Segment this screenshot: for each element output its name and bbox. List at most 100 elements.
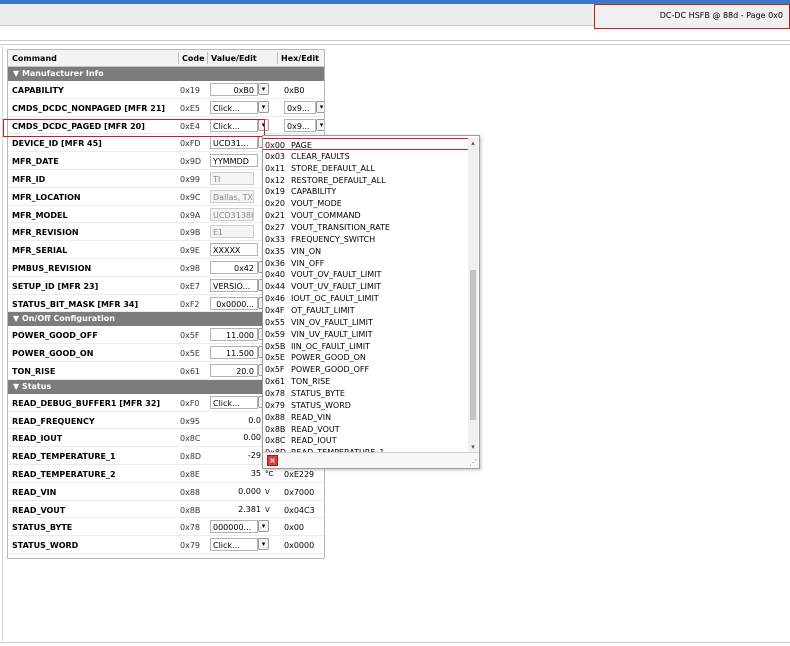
table-row[interactable]: STATUS_BYTE 0x78 000000... ▾ 0x00 [8,518,324,537]
dropdown-list[interactable]: 0x00 PAGE 0x03 CLEAR_FAULTS 0x11 STORE_DEFAUL… [263,138,468,452]
table-row[interactable]: CMDS_DCDC_PAGED [MFR 20] 0xE4 Click... ▾ 0x9… [8,117,324,135]
hex-field[interactable]: 0x9... [284,100,316,114]
dropdown-item[interactable]: 0x61 TON_RISE [263,375,468,387]
dropdown-item[interactable]: 0x8C READ_IOUT [263,434,468,446]
column-header-value[interactable]: Value/Edit [211,54,257,63]
command-name: STATUS_BYTE [12,523,73,533]
dropdown-item[interactable]: 0x79 STATUS_WORD [263,399,468,411]
chevron-down-icon[interactable]: ▾ [316,100,324,113]
dropdown-item-code: 0x19 [265,187,286,197]
dropdown-item[interactable]: 0x5E POWER_GOOD_ON [263,351,468,363]
dropdown-item[interactable]: 0x12 RESTORE_DEFAULT_ALL [263,174,468,186]
scroll-up-icon[interactable]: ▴ [468,138,478,148]
value-field[interactable]: YYMMDD [210,154,258,168]
dropdown-item[interactable]: 0x19 CAPABILITY [263,185,468,197]
dropdown-item[interactable]: 0x78 STATUS_BYTE [263,387,468,399]
dropdown-item[interactable]: 0x5F POWER_GOOD_OFF [263,363,468,375]
value-field: -29 [247,451,261,461]
dropdown-item[interactable]: 0x55 VIN_OV_FAULT_LIMIT [263,316,468,328]
dropdown-item-name: TON_RISE [291,377,331,387]
value-field[interactable]: XXXXX [210,243,258,257]
dropdown-item[interactable]: 0x5B IIN_OC_FAULT_LIMIT [263,340,468,352]
table-header: Command Code Value/Edit Hex/Edit [8,50,324,67]
value-field: 0.0 [248,415,261,425]
dropdown-item-code: 0x36 [265,258,286,268]
column-header-command[interactable]: Command [12,54,57,63]
value-field[interactable]: 000000... [210,520,258,534]
value-field[interactable]: UCD31... [210,136,258,150]
group-header[interactable]: ▼ Manufacturer Info [8,67,324,81]
value-field[interactable]: Click... [210,100,258,114]
value-unit: °C [265,469,274,478]
chevron-down-icon[interactable]: ▾ [316,118,324,131]
dropdown-item[interactable]: 0x40 VOUT_OV_FAULT_LIMIT [263,268,468,280]
group-title: On/Off Configuration [21,314,115,324]
resize-grip-icon[interactable]: ⋰ [469,458,477,467]
value-field[interactable]: Click... [210,538,258,552]
hex-field[interactable]: 0x9... [284,118,316,132]
table-row[interactable]: STATUS_WORD 0x79 Click... ▾ 0x0000 [8,536,324,554]
dropdown-item[interactable]: 0x88 READ_VIN [263,411,468,423]
command-code: 0x78 [180,523,201,533]
dropdown-item-code: 0x59 [265,329,286,339]
hex-value: 0xB0 [284,86,305,95]
dropdown-item[interactable]: 0x8B READ_VOUT [263,423,468,435]
dropdown-item-code: 0x46 [265,294,286,304]
value-field[interactable]: Click... [210,395,258,409]
value-field[interactable]: 0x42 [210,260,258,274]
command-name: MFR_LOCATION [12,192,81,202]
command-name: CMDS_DCDC_NONPAGED [MFR 21] [12,103,166,113]
dropdown-item[interactable]: 0x59 VIN_UV_FAULT_LIMIT [263,328,468,340]
dropdown-item[interactable]: 0x46 IOUT_OC_FAULT_LIMIT [263,292,468,304]
dropdown-footer: × ⋰ [263,452,479,468]
value-field[interactable]: Click... [210,118,258,132]
value-field: E1 [210,225,254,239]
dropdown-scrollbar[interactable]: ▴ ▾ [468,138,478,452]
dropdown-item[interactable]: 0x4F OT_FAULT_LIMIT [263,304,468,316]
dropdown-item-name: IOUT_OC_FAULT_LIMIT [291,294,379,304]
dropdown-item[interactable]: 0x36 VIN_OFF [263,257,468,269]
dropdown-item-name: VIN_UV_FAULT_LIMIT [291,329,373,339]
column-header-code[interactable]: Code [182,54,205,63]
dropdown-item[interactable]: 0x21 VOUT_COMMAND [263,209,468,221]
chevron-down-icon[interactable]: ▾ [258,520,269,533]
dropdown-item[interactable]: 0x27 VOUT_TRANSITION_RATE [263,221,468,233]
dropdown-item[interactable]: 0x44 VOUT_UV_FAULT_LIMIT [263,280,468,292]
table-row[interactable]: READ_VOUT 0x8B 2.381 V 0x04C3 [8,501,324,519]
dropdown-item-name: OT_FAULT_LIMIT [291,306,355,316]
table-row[interactable]: CMDS_DCDC_NONPAGED [MFR 21] 0xE5 Click... ▾… [8,99,324,117]
device-page-label: DC-DC HSFB @ 88d - Page 0x0 [594,4,790,29]
command-code: 0x88 [180,487,201,497]
value-field[interactable]: 20.0 [210,363,258,377]
value-field[interactable]: 11.500 [210,346,258,360]
dropdown-item[interactable]: 0x20 VOUT_MODE [263,197,468,209]
dropdown-item-code: 0x8C [265,436,286,446]
command-code: 0xFD [180,139,201,149]
command-dropdown-popup[interactable]: 0x00 PAGE 0x03 CLEAR_FAULTS 0x11 STORE_DEFAUL… [262,135,480,469]
dropdown-item[interactable]: 0x35 VIN_ON [263,245,468,257]
scrollbar-thumb[interactable] [470,270,476,420]
chevron-down-icon[interactable]: ▾ [258,100,269,113]
scroll-down-icon[interactable]: ▾ [468,442,478,452]
dropdown-item[interactable]: 0x33 FREQUENCY_SWITCH [263,233,468,245]
table-row[interactable]: CAPABILITY 0x19 0xB0 ▾ 0xB0 [8,81,324,99]
dropdown-item-name: IIN_OC_FAULT_LIMIT [291,341,370,351]
triangle-down-icon[interactable]: ▼ [13,382,22,391]
triangle-down-icon[interactable]: ▼ [13,314,22,323]
dropdown-item-name: VIN_ON [291,246,322,256]
value-field[interactable]: VERSIO... [210,278,258,292]
chevron-down-icon[interactable]: ▾ [258,83,269,95]
dropdown-item[interactable]: 0x00 PAGE [263,138,468,150]
chevron-down-icon[interactable]: ▾ [258,118,269,131]
value-field[interactable]: 0x0000... [210,296,258,310]
dropdown-item[interactable]: 0x11 STORE_DEFAULT_ALL [263,162,468,174]
value-field[interactable]: 11.000 [210,328,258,342]
dropdown-item[interactable]: 0x03 CLEAR_FAULTS [263,150,468,162]
value-field[interactable]: 0xB0 [210,83,258,96]
triangle-down-icon[interactable]: ▼ [13,69,22,78]
table-row[interactable]: READ_VIN 0x88 0.000 V 0x7000 [8,483,324,501]
close-icon[interactable]: × [267,455,278,466]
command-name: DEVICE_ID [MFR 45] [12,139,102,149]
column-header-hex[interactable]: Hex/Edit [281,54,319,63]
chevron-down-icon[interactable]: ▾ [258,538,269,551]
